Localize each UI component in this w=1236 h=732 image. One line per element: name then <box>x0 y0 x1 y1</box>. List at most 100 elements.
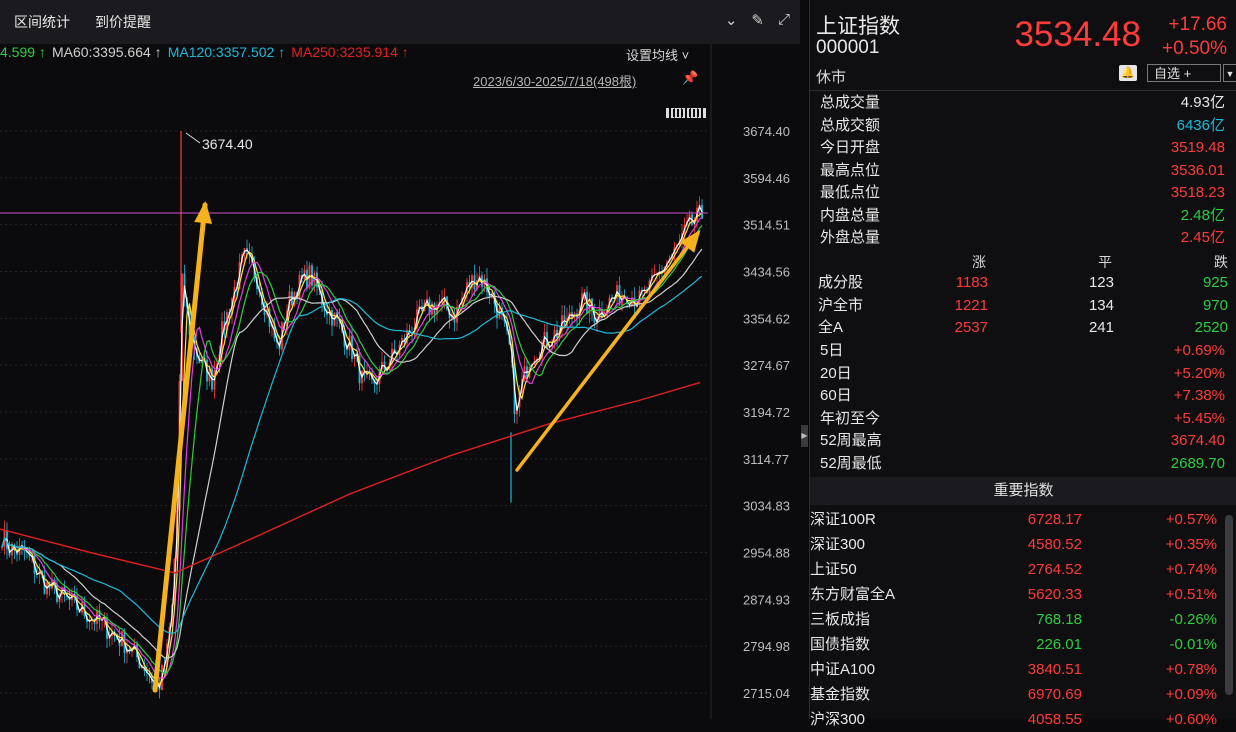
y-tick-label: 3594.46 <box>743 171 790 186</box>
index-price: 4058.55 <box>1027 711 1082 728</box>
quote-side-panel: 上证指数 000001 休市 3534.48 +17.66 +0.50% 🔔 自… <box>809 0 1236 728</box>
index-price: 768.18 <box>1036 611 1082 628</box>
index-row[interactable]: 基金指数 6970.69 +0.09% <box>810 682 1222 707</box>
index-price: 6728.17 <box>1027 511 1082 528</box>
y-tick-label: 3514.51 <box>743 218 790 233</box>
breadth-flat: 241 <box>1088 319 1114 336</box>
breadth-flat: 123 <box>1088 274 1114 291</box>
breadth-label: 全A <box>818 319 844 336</box>
index-change: +0.60% <box>1165 711 1217 728</box>
price-change: +17.66 +0.50% <box>1162 13 1227 61</box>
index-row[interactable]: 三板成指 768.18 -0.26% <box>810 607 1222 632</box>
index-row[interactable]: 沪深300 4058.55 +0.60% <box>810 707 1222 732</box>
date-range-label[interactable]: 2023/6/30-2025/7/18(498根) <box>473 71 636 90</box>
index-change: +0.57% <box>1165 511 1217 528</box>
breadth-up: 1221 <box>954 296 988 314</box>
breadth-header-flat: 平 <box>1098 254 1112 270</box>
y-tick-label: 2794.98 <box>743 639 790 654</box>
y-tick-label: 3274.67 <box>743 358 790 373</box>
ma-legend-item: MA60:3395.664 ↑ <box>51 44 162 60</box>
breadth-label: 沪全市 <box>818 296 864 314</box>
y-tick-label: 3434.56 <box>743 265 790 280</box>
period-label: 20日 <box>820 364 852 382</box>
ma-settings-dropdown[interactable]: 设置均线 ˅ <box>626 45 689 64</box>
breadth-flat: 134 <box>1088 296 1114 314</box>
add-watchlist-button[interactable]: 自选 + <box>1147 64 1221 82</box>
stat-label: 最低点位 <box>820 184 881 201</box>
index-change: +0.78% <box>1165 661 1217 678</box>
stat-label: 外盘总量 <box>820 229 881 246</box>
high-annotation-label: 3674.40 <box>202 136 253 152</box>
indices-scrollbar[interactable] <box>1225 515 1233 695</box>
price-axis-bg <box>712 44 800 719</box>
index-row[interactable]: 深证100R 6728.17 +0.57% <box>810 507 1222 532</box>
chart-toolbar: 区间统计 到价提醒 ⌄ ✎ ⤢ <box>0 0 800 44</box>
stat-label: 内盘总量 <box>820 206 881 224</box>
period-row: 52周最低 2689.70 <box>820 453 1225 475</box>
index-row[interactable]: 东方财富全A 5620.33 +0.51% <box>810 582 1222 607</box>
index-name: 中证A100 <box>810 661 876 678</box>
tab-interval-stats[interactable]: 区间统计 <box>14 12 70 32</box>
period-value: +5.45% <box>1173 409 1225 427</box>
tab-price-alert[interactable]: 到价提醒 <box>95 12 151 32</box>
index-row[interactable]: 中证A100 3840.51 +0.78% <box>810 657 1222 682</box>
index-name: 国债指数 <box>810 636 871 653</box>
ma-legend-item: MA120:3357.502 ↑ <box>167 44 286 60</box>
bell-icon[interactable]: 🔔 <box>1119 65 1137 81</box>
index-name: 上证50 <box>810 561 857 578</box>
pin-icon[interactable]: 📌 <box>682 70 698 86</box>
period-label: 52周最低 <box>820 454 882 472</box>
watchlist-dropdown[interactable]: ▼ <box>1223 64 1236 82</box>
market-status: 休市 <box>816 69 847 86</box>
period-row: 60日 +7.38% <box>820 385 1225 407</box>
index-row[interactable]: 上证50 2764.52 +0.74% <box>810 557 1222 582</box>
stat-row: 总成交额 6436亿 <box>820 115 1225 137</box>
index-change: -0.26% <box>1169 611 1217 628</box>
period-label: 60日 <box>820 387 852 404</box>
period-row: 年初至今 +5.45% <box>820 408 1225 430</box>
index-change: +0.35% <box>1165 536 1217 553</box>
index-change: +0.74% <box>1165 561 1217 578</box>
chevron-down-circle-icon[interactable]: ⌄ <box>725 11 738 29</box>
stat-value: 3519.48 <box>1170 139 1225 156</box>
y-tick-label: 3354.62 <box>743 311 790 326</box>
period-value: +0.69% <box>1173 342 1225 359</box>
index-name: 三板成指 <box>810 611 871 628</box>
index-name: 基金指数 <box>810 686 871 703</box>
stat-value: 6436亿 <box>1176 116 1225 134</box>
index-name: 深证300 <box>810 536 866 553</box>
period-row: 52周最高 3674.40 <box>820 430 1225 452</box>
stat-label: 今日开盘 <box>820 139 881 156</box>
stat-value: 3518.23 <box>1170 184 1225 201</box>
stat-row: 外盘总量 2.45亿 <box>820 227 1225 249</box>
index-price: 2764.52 <box>1027 561 1082 578</box>
divider <box>810 90 1236 91</box>
period-value: 3674.40 <box>1170 432 1225 449</box>
y-tick-label: 3194.72 <box>743 405 790 420</box>
y-tick-label: 2715.04 <box>743 686 790 701</box>
panel-collapse-button[interactable]: ▶ <box>801 425 808 447</box>
index-price: 5620.33 <box>1027 586 1082 603</box>
stat-row: 内盘总量 2.48亿 <box>820 205 1225 227</box>
index-row[interactable]: 国债指数 226.01 -0.01% <box>810 632 1222 657</box>
period-row: 20日 +5.20% <box>820 363 1225 385</box>
stat-value: 3536.01 <box>1170 161 1225 179</box>
breadth-header-up: 涨 <box>972 254 986 270</box>
index-change: +0.09% <box>1165 686 1217 703</box>
index-row[interactable]: 深证300 4580.52 +0.35% <box>810 532 1222 557</box>
expand-icon[interactable]: ⤢ <box>778 11 790 29</box>
change-percent: +0.50% <box>1162 38 1227 59</box>
index-code: 000001 <box>816 37 880 58</box>
period-label: 52周最高 <box>820 432 882 449</box>
kline-chart-panel[interactable]: 3674.40 3594.46 3514.51 3434.56 3354.62 3274.… <box>0 0 800 719</box>
zoom-handle[interactable] <box>666 108 706 118</box>
stat-label: 总成交量 <box>820 94 881 111</box>
breadth-header-down: 跌 <box>1214 254 1228 270</box>
breadth-down: 2520 <box>1194 319 1228 336</box>
index-price: 3840.51 <box>1027 661 1082 678</box>
y-tick-label: 3034.83 <box>743 499 790 514</box>
brush-icon[interactable]: ✎ <box>751 11 764 29</box>
indices-title: 重要指数 <box>810 477 1236 505</box>
stat-label: 总成交额 <box>820 116 881 134</box>
index-price: 4580.52 <box>1027 536 1082 553</box>
